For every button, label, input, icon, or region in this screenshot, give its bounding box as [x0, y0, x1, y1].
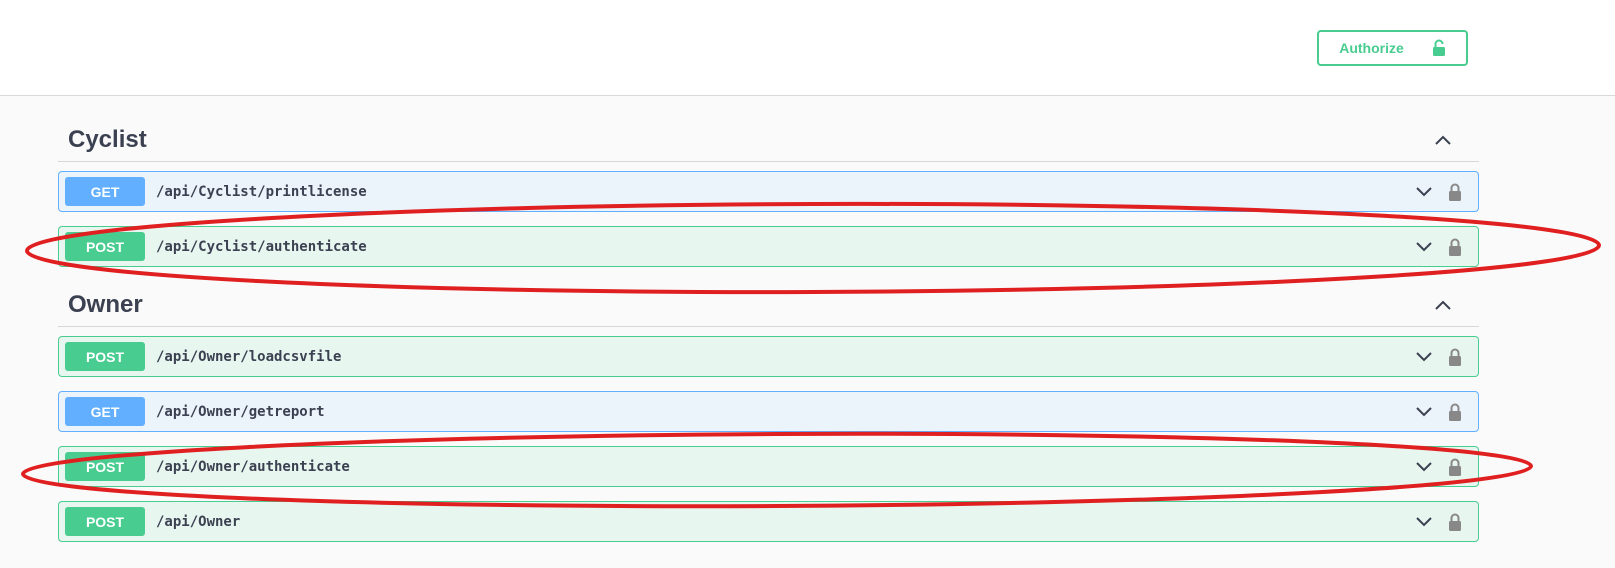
lock-icon[interactable] [1448, 512, 1462, 532]
operation-path: /api/Owner [156, 513, 241, 530]
lock-icon[interactable] [1448, 182, 1462, 202]
chevron-up-icon [1435, 135, 1451, 145]
section-title: Owner [68, 290, 143, 318]
operation-get-cyclist-printlicense[interactable]: GET /api/Cyclist/printlicense [58, 171, 1479, 212]
chevron-down-icon[interactable] [1414, 347, 1434, 367]
section-header-cyclist[interactable]: Cyclist [58, 118, 1479, 162]
section-title: Cyclist [68, 125, 147, 153]
method-badge: POST [65, 452, 145, 481]
operation-path: /api/Owner/authenticate [156, 458, 350, 475]
lock-icon[interactable] [1448, 457, 1462, 477]
operation-post-owner-loadcsvfile[interactable]: POST /api/Owner/loadcsvfile [58, 336, 1479, 377]
lock-icon[interactable] [1448, 402, 1462, 422]
operation-path: /api/Cyclist/authenticate [156, 238, 367, 255]
operation-get-owner-getreport[interactable]: GET /api/Owner/getreport [58, 391, 1479, 432]
operation-path: /api/Owner/getreport [156, 403, 325, 420]
method-badge: POST [65, 507, 145, 536]
chevron-up-icon [1435, 300, 1451, 310]
method-badge: GET [65, 397, 145, 426]
lock-icon[interactable] [1448, 237, 1462, 257]
lock-icon[interactable] [1448, 347, 1462, 367]
authorize-label: Authorize [1339, 40, 1404, 56]
chevron-down-icon[interactable] [1414, 237, 1434, 257]
section-header-owner[interactable]: Owner [58, 283, 1479, 327]
operation-post-owner-authenticate[interactable]: POST /api/Owner/authenticate [58, 446, 1479, 487]
unlocked-lock-icon [1432, 39, 1445, 56]
operation-post-owner[interactable]: POST /api/Owner [58, 501, 1479, 542]
method-badge: POST [65, 342, 145, 371]
method-badge: GET [65, 177, 145, 206]
operation-post-cyclist-authenticate[interactable]: POST /api/Cyclist/authenticate [58, 226, 1479, 267]
chevron-down-icon[interactable] [1414, 182, 1434, 202]
chevron-down-icon[interactable] [1414, 512, 1434, 532]
operation-path: /api/Cyclist/printlicense [156, 183, 367, 200]
authorize-button[interactable]: Authorize [1317, 30, 1468, 66]
chevron-down-icon[interactable] [1414, 402, 1434, 422]
top-bar: Authorize [0, 0, 1615, 96]
chevron-down-icon[interactable] [1414, 457, 1434, 477]
method-badge: POST [65, 232, 145, 261]
operation-path: /api/Owner/loadcsvfile [156, 348, 342, 365]
